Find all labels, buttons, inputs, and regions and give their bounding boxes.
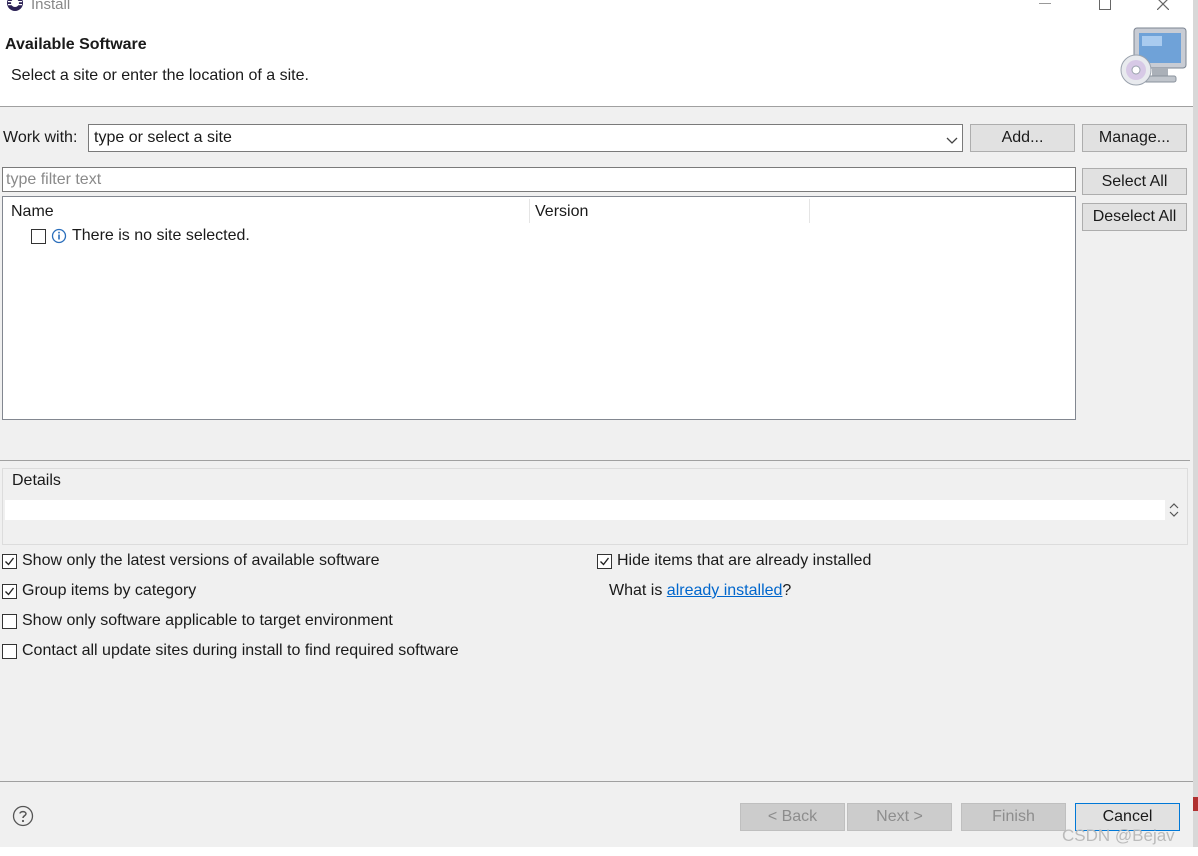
row-checkbox[interactable]	[31, 229, 46, 244]
group-by-category-checkbox[interactable]	[2, 584, 17, 599]
background-window-edge	[0, 847, 1198, 856]
column-divider[interactable]	[529, 199, 530, 223]
filter-input[interactable]: type filter text	[2, 167, 1076, 192]
software-tree[interactable]: Name Version There is no site selected.	[2, 196, 1076, 420]
page-subtitle: Select a site or enter the location of a…	[11, 67, 309, 84]
manage-button[interactable]: Manage...	[1082, 124, 1187, 152]
scroll-arrows-icon[interactable]	[1168, 501, 1180, 519]
watermark: CSDN @Bejav	[1062, 826, 1175, 845]
column-divider[interactable]	[809, 199, 810, 223]
select-all-button[interactable]: Select All	[1082, 168, 1187, 195]
work-with-combo[interactable]: type or select a site	[88, 124, 963, 152]
info-icon	[51, 228, 67, 244]
what-is-installed-text: What is already installed?	[609, 582, 791, 600]
next-button[interactable]: Next >	[847, 803, 952, 831]
hide-installed-checkbox[interactable]	[597, 554, 612, 569]
help-icon[interactable]	[12, 805, 34, 827]
tree-row-text: There is no site selected.	[72, 227, 250, 244]
window-title: Install	[31, 0, 71, 13]
what-is-suffix: ?	[782, 582, 792, 599]
wizard-header	[0, 16, 1193, 107]
finish-button[interactable]: Finish	[961, 803, 1066, 831]
work-with-value: type or select a site	[94, 129, 232, 146]
title-bar	[0, 0, 1198, 16]
background-window-marker	[1193, 797, 1198, 811]
page-title: Available Software	[5, 36, 147, 53]
column-header-version[interactable]: Version	[535, 203, 588, 221]
show-applicable-label[interactable]: Show only software applicable to target …	[22, 612, 393, 630]
deselect-all-button[interactable]: Deselect All	[1082, 203, 1187, 231]
footer-divider	[0, 781, 1198, 782]
hide-installed-label[interactable]: Hide items that are already installed	[617, 552, 871, 570]
section-divider	[0, 460, 1190, 461]
details-label: Details	[11, 472, 62, 490]
show-applicable-checkbox[interactable]	[2, 614, 17, 629]
maximize-icon[interactable]	[1082, 0, 1128, 14]
background-window-edge	[1193, 0, 1198, 856]
details-text[interactable]	[5, 500, 1165, 520]
eclipse-icon	[6, 0, 24, 12]
chevron-down-icon[interactable]	[946, 133, 958, 144]
show-latest-label[interactable]: Show only the latest versions of availab…	[22, 552, 380, 570]
already-installed-link[interactable]: already installed	[667, 582, 783, 599]
what-is-prefix: What is	[609, 582, 667, 599]
contact-all-label[interactable]: Contact all update sites during install …	[22, 642, 459, 660]
work-with-label: Work with:	[3, 129, 78, 146]
monitor-cd-icon	[1118, 26, 1190, 92]
minimize-icon[interactable]	[1022, 0, 1068, 14]
back-button[interactable]: < Back	[740, 803, 845, 831]
column-header-name[interactable]: Name	[11, 203, 54, 221]
contact-all-checkbox[interactable]	[2, 644, 17, 659]
filter-placeholder: type filter text	[6, 171, 102, 188]
close-icon[interactable]	[1140, 0, 1186, 14]
group-by-category-label[interactable]: Group items by category	[22, 582, 196, 600]
add-button[interactable]: Add...	[970, 124, 1075, 152]
show-latest-checkbox[interactable]	[2, 554, 17, 569]
